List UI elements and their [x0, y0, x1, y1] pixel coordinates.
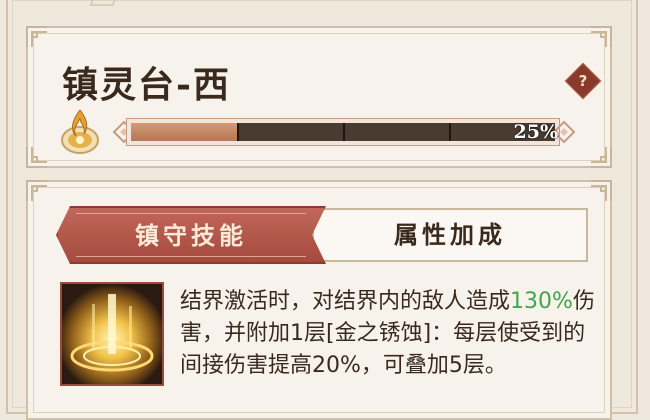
progress-divider: [343, 123, 345, 141]
skill-panel: 属性加成 镇守技能 结界激活时，对结界内的敌人造成130%伤害，并附加1层[金之…: [26, 180, 612, 420]
tab-label: 镇守技能: [135, 221, 247, 250]
progress-divider: [237, 123, 239, 141]
tab-bar: 属性加成 镇守技能: [56, 206, 588, 266]
progress-track: [131, 123, 555, 141]
progress-bar: 25%: [112, 112, 576, 152]
tab-label: 属性加成: [394, 220, 506, 249]
tab-attribute-bonus[interactable]: 属性加成: [312, 208, 588, 262]
skill-damage-value: 130%: [510, 289, 573, 314]
corner-ornament: [26, 146, 48, 168]
progress-fill: [131, 123, 237, 141]
tab-guard-skill[interactable]: 镇守技能: [56, 206, 326, 264]
corner-ornament: [26, 180, 48, 202]
help-button[interactable]: ?: [564, 62, 602, 100]
corner-ornament: [590, 26, 612, 48]
corner-ornament: [26, 26, 48, 48]
golden-seal-icon[interactable]: [60, 282, 164, 386]
progress-divider: [449, 123, 451, 141]
skill-desc-text: 结界激活时，对结界内的敌人造成: [180, 289, 511, 314]
flame-icon: [58, 106, 102, 156]
progress-frame: [126, 118, 560, 146]
progress-label: 25%: [513, 121, 559, 143]
question-icon: ?: [578, 72, 588, 90]
corner-ornament: [590, 180, 612, 202]
frame-ornament: [89, 0, 119, 6]
station-panel: 镇灵台-西 ? 25%: [26, 26, 612, 168]
skill-description: 结界激活时，对结界内的敌人造成130%伤害，并附加1层[金之锈蚀]：每层使受到的…: [180, 286, 598, 382]
corner-ornament: [590, 146, 612, 168]
station-title: 镇灵台-西: [62, 64, 231, 106]
